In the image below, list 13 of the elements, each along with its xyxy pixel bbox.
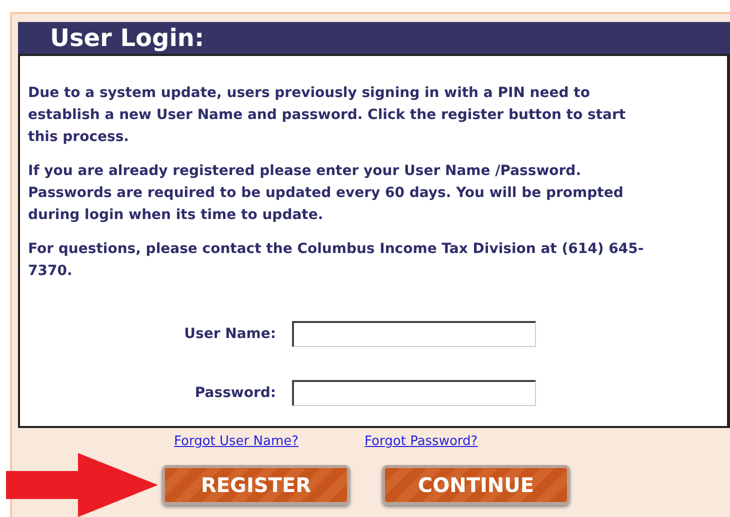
info-paragraph: Due to a system update, users previously signing in with a PIN need to establish a new User Name and password. Click the register button to start this process. xyxy=(28,84,627,147)
forgot-link[interactable]: Forgot User Name? xyxy=(174,434,299,449)
field-label: Password: xyxy=(194,385,277,401)
password-field[interactable] xyxy=(292,380,536,406)
field-label: User Name: xyxy=(183,326,277,342)
panel-title: User Login: xyxy=(18,22,730,54)
register-button[interactable]: REGISTER xyxy=(162,465,350,505)
arrow-icon xyxy=(6,453,158,517)
username-field[interactable] xyxy=(292,321,536,347)
continue-button[interactable]: CONTINUE xyxy=(382,465,570,505)
info-paragraph: For questions, please contact the Columbus Income Tax Division at (614) 645-7370. xyxy=(28,240,645,281)
info-paragraph: If you are already registered please enter your User Name /Password. Passwords are required to be updated every 60 days. You will be prompted during login when its time to update. xyxy=(28,162,624,225)
forgot-link[interactable]: Forgot Password? xyxy=(364,434,478,449)
